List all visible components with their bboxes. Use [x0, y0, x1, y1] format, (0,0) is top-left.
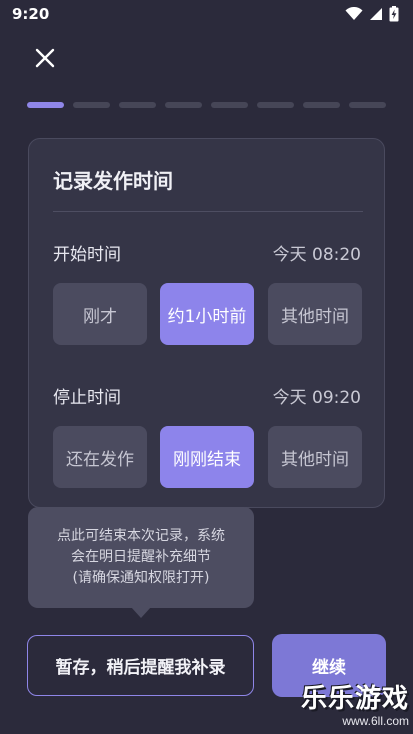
progress-segment [73, 102, 110, 108]
progress-segment-active [27, 102, 64, 108]
status-icons [345, 6, 399, 22]
wifi-icon [345, 7, 363, 21]
tooltip-line: 点此可结束本次记录，系统 [57, 528, 225, 544]
watermark-title: 乐乐游戏 [300, 684, 409, 714]
tooltip-line: 会在明日提醒补充细节 [71, 549, 211, 565]
cell-signal-icon [369, 7, 383, 21]
start-time-value: 今天 08:20 [272, 245, 361, 265]
status-time: 9:20 [12, 5, 50, 23]
progress-segment [119, 102, 156, 108]
status-bar: 9:20 [0, 0, 413, 28]
record-time-card: 记录发作时间 开始时间 今天 08:20 刚才 约1小时前 其他时间 停止时间 … [28, 138, 385, 508]
start-option-about-1h-ago[interactable]: 约1小时前 [160, 283, 254, 345]
tooltip-arrow [131, 607, 151, 618]
close-button[interactable] [30, 45, 60, 75]
stop-option-just-ended[interactable]: 刚刚结束 [160, 426, 254, 488]
card-title: 记录发作时间 [53, 169, 173, 193]
stop-option-other-time[interactable]: 其他时间 [268, 426, 362, 488]
divider [53, 211, 363, 212]
hint-tooltip: 点此可结束本次记录，系统 会在明日提醒补充细节 (请确保通知权限打开) [28, 507, 254, 608]
progress-segment [211, 102, 248, 108]
start-option-just-now[interactable]: 刚才 [53, 283, 147, 345]
start-option-other-time[interactable]: 其他时间 [268, 283, 362, 345]
battery-charging-icon [389, 6, 399, 22]
watermark-url: www.6ll.com [342, 714, 409, 728]
tooltip-line: (请确保通知权限打开) [72, 570, 210, 586]
step-progress [27, 102, 386, 110]
watermark-logo: 乐乐游戏 www.6ll.com [295, 684, 409, 730]
stop-time-value: 今天 09:20 [272, 388, 361, 408]
start-time-label: 开始时间 [53, 245, 121, 265]
progress-segment [349, 102, 386, 108]
stop-option-still-ongoing[interactable]: 还在发作 [53, 426, 147, 488]
progress-segment [257, 102, 294, 108]
close-icon [35, 48, 55, 72]
stop-time-label: 停止时间 [53, 388, 121, 408]
save-and-remind-later-button[interactable]: 暂存，稍后提醒我补录 [27, 635, 254, 696]
progress-segment [303, 102, 340, 108]
progress-segment [165, 102, 202, 108]
